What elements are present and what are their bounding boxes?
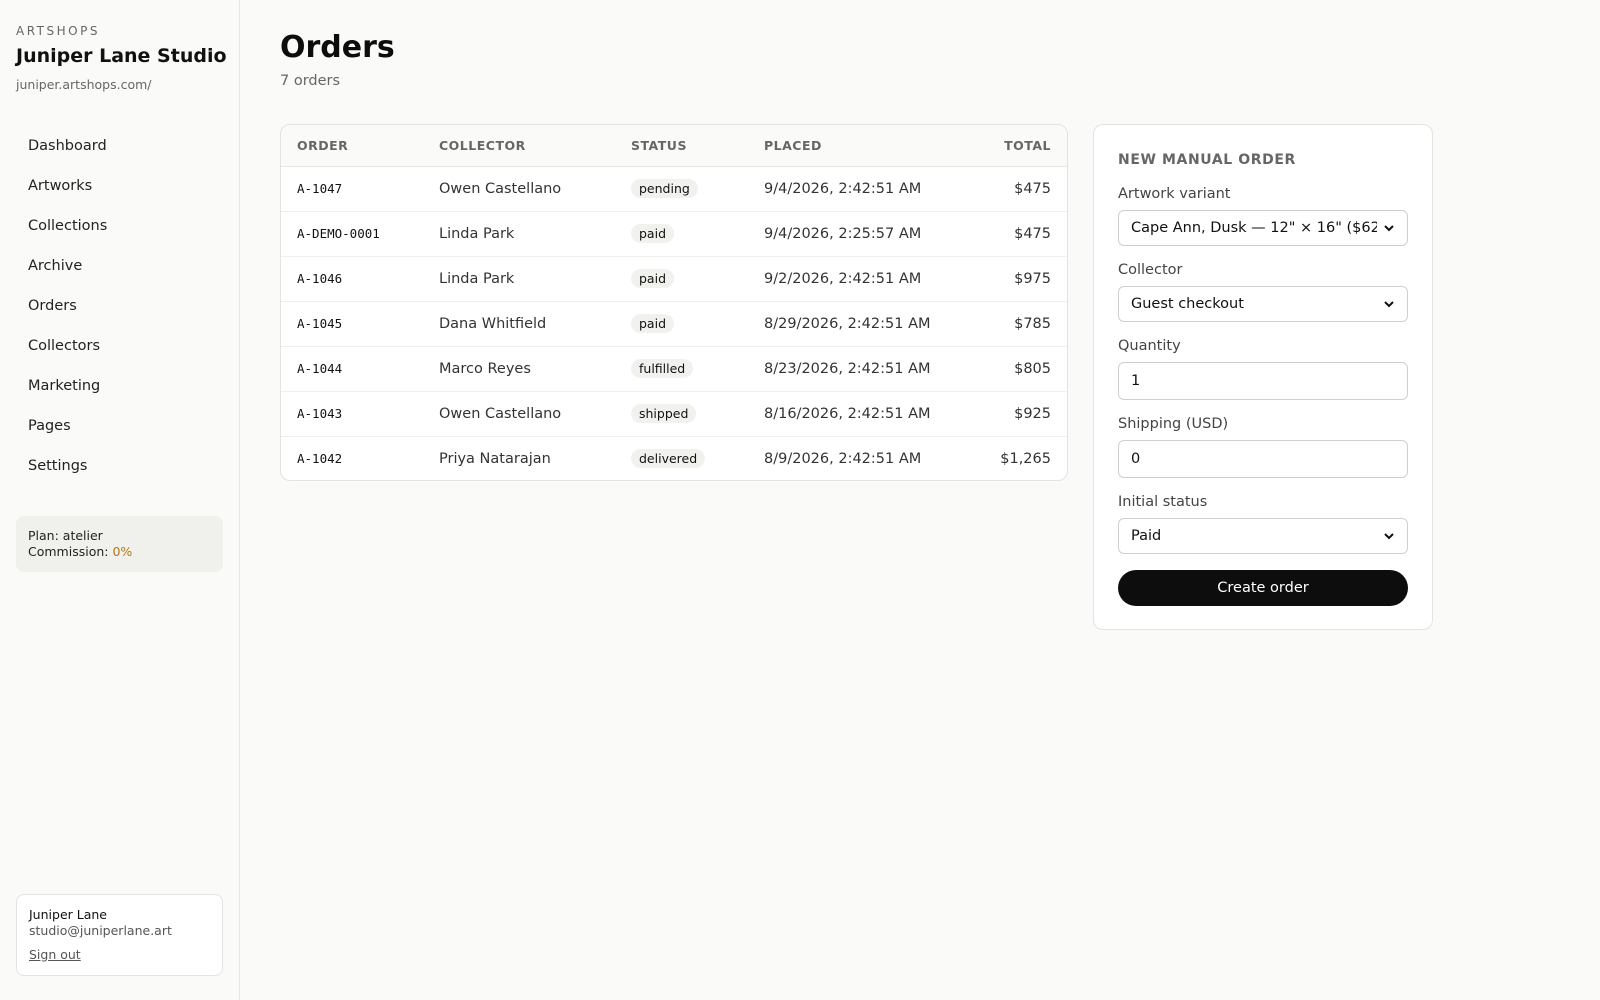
sidebar-item-artworks[interactable]: Artworks [16,166,224,206]
order-id[interactable]: A-1045 [297,316,342,331]
status-badge: paid [631,269,675,288]
status-badge: paid [631,314,675,333]
collector-name: Priya Natarajan [439,450,551,467]
table-row[interactable]: A-1042 Priya Natarajan delivered 8/9/202… [281,436,1067,480]
commission-line: Commission: 0% [28,544,211,560]
commission-label: Commission: [28,544,113,559]
collector-name: Owen Castellano [423,166,615,212]
sidebar-item-pages[interactable]: Pages [16,406,224,446]
table-row[interactable]: A-1043 Owen Castellano shipped 8/16/2026… [281,391,1067,437]
sidebar-nav: Dashboard Artworks Collections Archive O… [16,126,224,486]
sidebar-item-orders[interactable]: Orders [16,286,224,326]
placed-date: 9/2/2026, 2:42:51 AM [748,256,968,302]
placed-date: 9/4/2026, 2:42:51 AM [748,166,968,212]
collector-name: Linda Park [423,256,615,302]
status-badge: fulfilled [631,359,694,378]
column-header-collector: COLLECTOR [423,125,615,167]
order-id[interactable]: A-1044 [297,361,342,376]
status-badge: shipped [631,404,697,423]
quantity-value: 1 [1131,373,1141,389]
orders-table-card: ORDER COLLECTOR STATUS PLACED TOTAL A-10… [280,124,1068,481]
sidebar-item-dashboard[interactable]: Dashboard [16,126,224,166]
order-id[interactable]: A-1047 [297,181,342,196]
sidebar-item-collectors[interactable]: Collectors [16,326,224,366]
order-total: $475 [968,211,1067,257]
status-badge: delivered [631,449,706,469]
collector-name: Owen Castellano [423,391,615,437]
commission-value: 0% [112,544,133,559]
shipping-input[interactable]: 0 [1118,440,1408,478]
store-name: Juniper Lane Studio [16,45,227,67]
order-id[interactable]: A-1042 [297,451,342,466]
table-row[interactable]: A-DEMO-0001 Linda Park paid 9/4/2026, 2:… [281,211,1067,257]
order-total: $975 [968,256,1067,302]
artwork-variant-label: Artwork variant [1118,186,1231,202]
chevron-down-icon [1384,533,1394,540]
column-header-status: STATUS [615,125,748,167]
artwork-variant-select[interactable]: Cape Ann, Dusk — 12" × 16" ($620) [1118,210,1408,246]
status-badge: pending [631,179,698,198]
form-heading: NEW MANUAL ORDER [1118,152,1296,168]
order-total: $1,265 [1000,450,1051,467]
sidebar: ARTSHOPS Juniper Lane Studio juniper.art… [0,0,240,1000]
order-total: $805 [968,346,1067,392]
placed-date: 8/9/2026, 2:42:51 AM [764,450,922,467]
column-header-order: ORDER [281,125,423,167]
sidebar-item-collections[interactable]: Collections [16,206,224,246]
shipping-label: Shipping (USD) [1118,416,1229,432]
store-url[interactable]: juniper.artshops.com/ [16,77,152,92]
order-id[interactable]: A-1043 [297,406,342,421]
status-badge: paid [631,224,675,243]
order-id[interactable]: A-1046 [297,271,342,286]
order-total: $475 [968,166,1067,212]
plan-info: Plan: atelier Commission: 0% [16,516,223,572]
table-row[interactable]: A-1046 Linda Park paid 9/2/2026, 2:42:51… [281,256,1067,302]
sidebar-item-archive[interactable]: Archive [16,246,224,286]
quantity-label: Quantity [1118,338,1181,354]
new-order-form: NEW MANUAL ORDER Artwork variant Cape An… [1093,124,1433,630]
collector-select[interactable]: Guest checkout [1118,286,1408,322]
plan-label: Plan: atelier [28,528,103,543]
collector-value: Guest checkout [1131,296,1244,312]
order-total: $925 [968,391,1067,437]
column-header-placed: PLACED [748,125,968,167]
table-row[interactable]: A-1044 Marco Reyes fulfilled 8/23/2026, … [281,346,1067,392]
sidebar-item-marketing[interactable]: Marketing [16,366,224,406]
order-id[interactable]: A-DEMO-0001 [297,226,380,241]
user-email: studio@juniperlane.art [29,923,172,938]
table-row[interactable]: A-1047 Owen Castellano pending 9/4/2026,… [281,166,1067,212]
sidebar-item-settings[interactable]: Settings [16,446,224,486]
page-title: Orders [280,30,395,65]
collector-name: Marco Reyes [423,346,615,392]
table-header-row: ORDER COLLECTOR STATUS PLACED TOTAL [281,125,1067,167]
order-total: $785 [968,301,1067,347]
artwork-variant-value: Cape Ann, Dusk — 12" × 16" ($620) [1131,220,1377,236]
orders-table-body: A-1047 Owen Castellano pending 9/4/2026,… [281,166,1067,480]
collector-name: Linda Park [423,211,615,257]
user-card: Juniper Lane studio@juniperlane.art Sign… [16,894,223,976]
placed-date: 8/29/2026, 2:42:51 AM [748,301,968,347]
placed-date: 8/16/2026, 2:42:51 AM [748,391,968,437]
brand-kicker: ARTSHOPS [16,24,100,38]
shipping-value: 0 [1131,451,1141,467]
placed-date: 8/23/2026, 2:42:51 AM [748,346,968,392]
sign-out-link[interactable]: Sign out [29,947,81,963]
order-count: 7 orders [280,73,341,89]
initial-status-label: Initial status [1118,494,1208,510]
create-order-button[interactable]: Create order [1118,570,1408,606]
quantity-input[interactable]: 1 [1118,362,1408,400]
collector-name: Dana Whitfield [423,301,615,347]
initial-status-value: Paid [1131,528,1162,544]
table-row[interactable]: A-1045 Dana Whitfield paid 8/29/2026, 2:… [281,301,1067,347]
column-header-total: TOTAL [968,125,1067,167]
placed-date: 9/4/2026, 2:25:57 AM [748,211,968,257]
chevron-down-icon [1384,225,1394,232]
collector-label: Collector [1118,262,1183,278]
user-name: Juniper Lane [29,907,107,922]
chevron-down-icon [1384,301,1394,308]
initial-status-select[interactable]: Paid [1118,518,1408,554]
orders-table: ORDER COLLECTOR STATUS PLACED TOTAL A-10… [281,125,1067,480]
